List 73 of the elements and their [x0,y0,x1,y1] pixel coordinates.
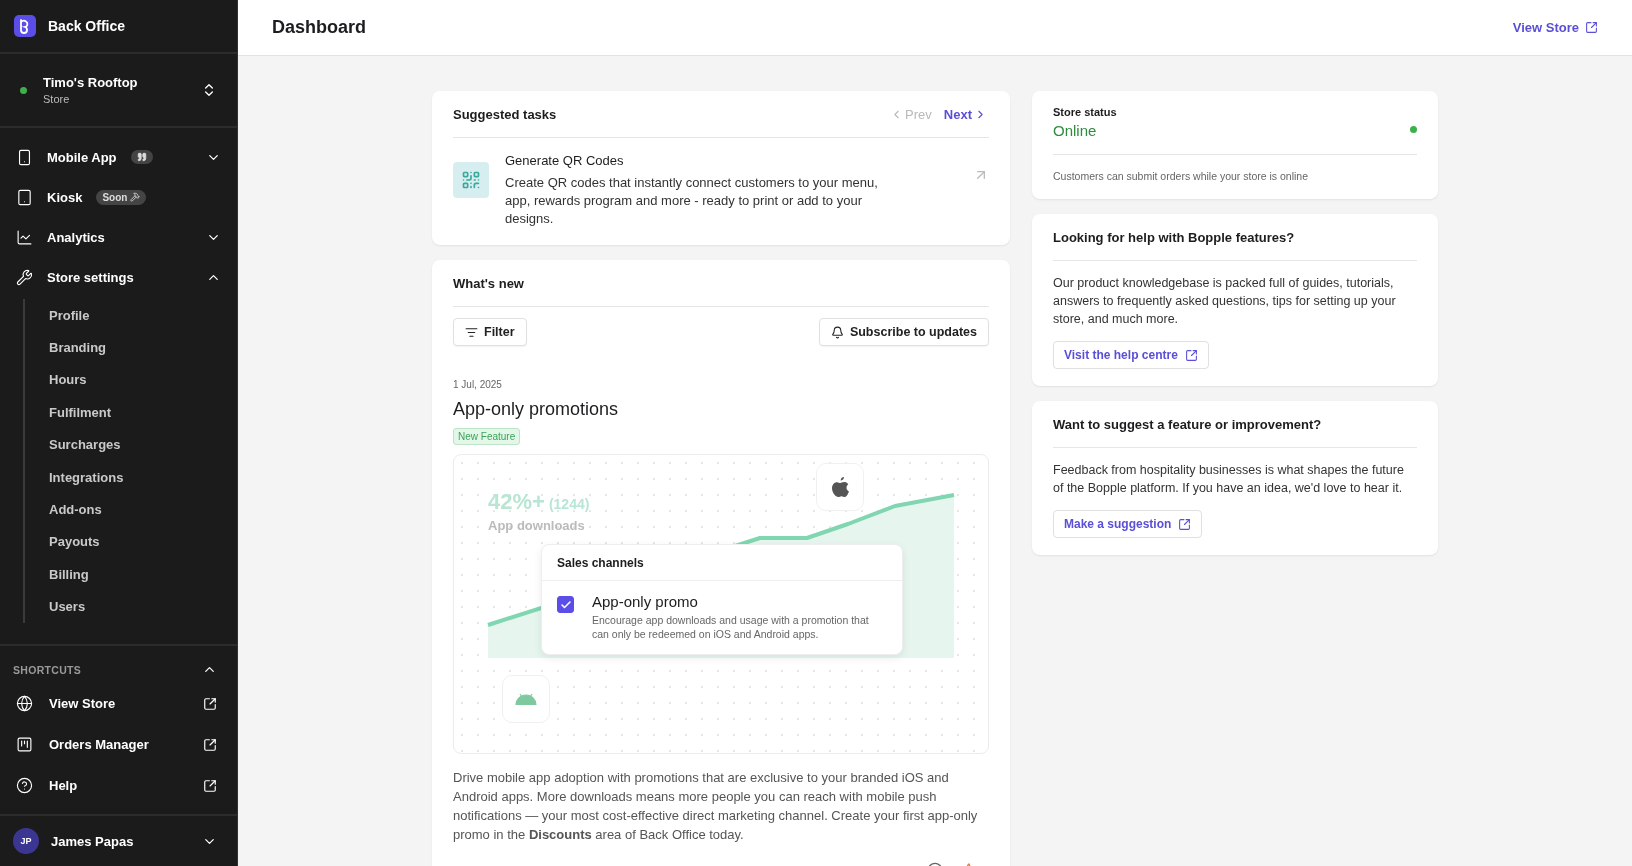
phone-icon [16,148,33,166]
card-title: Store status [1053,106,1118,118]
tablet-icon [16,188,33,206]
subscribe-button[interactable]: Subscribe to updates [818,318,989,346]
soon-badge: Soon [96,189,147,205]
card-title: Want to suggest a feature or improvement? [1053,416,1323,432]
sub-nav-item[interactable]: Branding [25,331,107,364]
card-title: Suggested tasks [453,106,558,122]
avatar: JP [13,828,39,854]
filter-icon [465,325,478,339]
card-text: Our product knowledgebase is packed full of guides, tutorials, answers to frequently asked questions, tips for setting up your store, and much more. [1053,275,1397,328]
option-label: App-only promo [592,593,699,610]
store-selector[interactable]: Timo's Rooftop Store [0,54,237,128]
android-icon [515,693,537,705]
shortcut-link[interactable]: Help [0,765,237,806]
nav-item[interactable]: Analytics [0,217,237,257]
external-link-icon [1178,517,1192,531]
popup-title: Sales channels [542,545,902,581]
nav-item[interactable]: Kiosk Soon [0,177,237,217]
card-text: Feedback from hospitality businesses is what shapes the future of the Bopple platform. If you have an idea, we'd love to hear it. [1053,462,1405,497]
store-type: Store [43,93,71,105]
store-name: Timo's Rooftop [43,75,139,90]
user-menu[interactable]: JP James Papas [0,814,237,866]
post-date: 1 Jul, 2025 [453,379,503,390]
task-description: Create QR codes that instantly connect customers to your menu, app, rewards program and more - ready to print or add to your designs. [505,174,879,228]
external-link-icon [1184,348,1198,362]
card-title: Looking for help with Bopple features? [1053,229,1296,245]
external-link-icon [203,737,217,752]
stat-label: App downloads [488,518,585,533]
sub-nav-item[interactable]: Integrations [25,460,124,494]
sub-nav-item[interactable]: Payouts [25,525,100,559]
status-value: Online [1053,122,1098,139]
page-title: Dashboard [272,17,368,38]
help-icon [16,777,33,794]
section-title: SHORTCUTS [13,663,82,676]
qr-code-icon [453,162,489,198]
external-link-button[interactable]: Make a suggestion [1053,510,1203,538]
logo-icon [14,15,36,37]
feature-tag: New Feature [453,428,521,445]
task-title: Generate QR Codes [505,153,625,168]
sub-nav-item[interactable]: Add-ons [25,493,102,526]
nav-item[interactable]: Store settings [0,257,237,297]
sub-nav-item[interactable]: Hours [25,363,87,397]
line-chart-icon [16,228,33,246]
external-link-button[interactable]: Visit the help centre [1053,341,1209,369]
post-title: App-only promotions [453,399,620,420]
stat-value: 42%+ [488,489,545,515]
apple-icon [830,476,850,498]
sub-nav-item[interactable]: Surcharges [25,428,121,461]
shortcut-link[interactable]: Orders Manager [0,724,237,765]
sub-nav-item[interactable]: Profile [25,299,90,332]
external-link-icon [203,778,217,793]
wrench-icon [16,268,33,286]
stat-count: (1244) [548,496,590,512]
brand-name: Back Office [48,18,126,34]
shortcut-link[interactable]: View Store [0,683,237,724]
filter-button[interactable]: Filter [453,318,527,346]
sub-nav-item[interactable]: Users [25,590,86,623]
card-title: What's new [453,275,525,291]
view-store-link[interactable]: View Store [1512,20,1598,35]
external-link-icon [1585,21,1598,34]
nav-item[interactable]: Mobile App [0,137,237,177]
board-icon [16,736,33,753]
status-note: Customers can submit orders while your store is online [1053,170,1310,182]
sub-nav-item[interactable]: Fulfilment [25,396,112,429]
bell-icon [830,325,844,339]
quote-badge [130,150,153,164]
external-link-icon [203,696,217,711]
post-body: Drive mobile app adoption with promotions that are exclusive to your branded iOS and Android apps. More downloads means more people you can reach with mobile push notifications — your most cost-effective direct marketing channel. Create your first app-only promo in the Discounts area of Back Office today. [453,769,979,844]
option-description: Encourage app downloads and usage with a promotion that can only be redeemed on iOS and Android apps. [592,613,870,641]
globe-icon [16,695,33,712]
sub-nav-item[interactable]: Billing [25,558,89,591]
next-button[interactable]: Next [941,106,989,122]
